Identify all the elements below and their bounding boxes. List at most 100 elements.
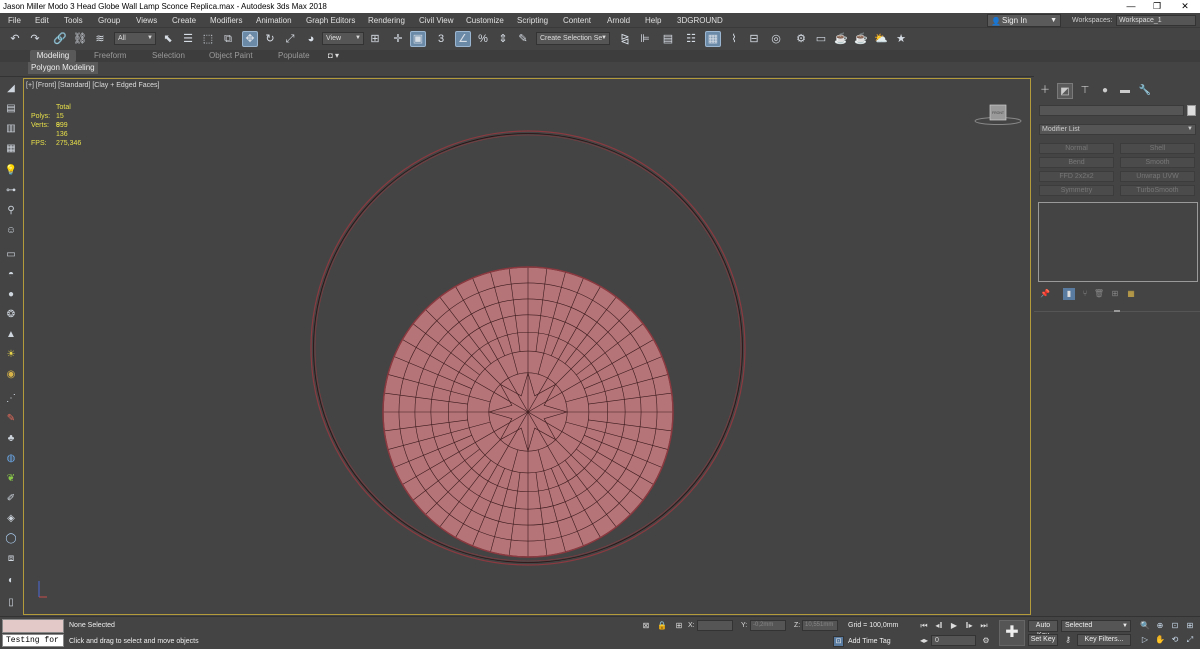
redo-icon[interactable]: ↷ [27, 31, 43, 47]
select-manipulate-icon[interactable]: ✛ [390, 31, 406, 47]
selection-filter-dropdown[interactable]: All ▼ [114, 32, 156, 45]
menu-graph-editors[interactable]: Graph Editors [306, 13, 355, 28]
ribbon-options-icon[interactable]: ◘ ▾ [328, 50, 339, 62]
modifier-turbosmooth-button[interactable]: TurboSmooth [1120, 185, 1195, 196]
key-filters-button[interactable]: Key Filters... [1077, 634, 1131, 646]
add-time-tag[interactable]: Add Time Tag [848, 638, 891, 645]
tab-populate[interactable]: Populate [278, 50, 310, 62]
select-and-rotate-icon[interactable]: ↻ [262, 31, 278, 47]
render-iterative-icon[interactable]: ☕ [853, 31, 869, 47]
bind-space-warp-icon[interactable]: ≋ [92, 31, 108, 47]
curve-editor-icon[interactable]: ⌇ [726, 31, 742, 47]
sphere-icon[interactable]: ● [3, 287, 19, 302]
modifier-shell-button[interactable]: Shell [1120, 143, 1195, 154]
brush-icon[interactable]: ✐ [3, 491, 19, 506]
modifier-smooth-button[interactable]: Smooth [1120, 157, 1195, 168]
reference-coordinate-dropdown[interactable]: View ▼ [322, 32, 364, 45]
play-icon[interactable]: ▶ [948, 620, 960, 632]
front-viewport[interactable]: [+] [Front] [Standard] [Clay + Edged Fac… [23, 78, 1031, 615]
angle-snap-icon[interactable]: ∠ [455, 31, 471, 47]
menu-rendering[interactable]: Rendering [368, 13, 405, 28]
orbit-icon[interactable]: ⟲ [1169, 634, 1181, 646]
modify-tab-icon[interactable]: ◩ [1057, 83, 1073, 99]
render-production-icon[interactable]: ☕ [833, 31, 849, 47]
absolute-mode-icon[interactable]: ⊞ [673, 620, 685, 632]
sign-in-button[interactable]: 👤 Sign In ▼ [987, 14, 1061, 27]
display-tab-icon[interactable]: ▬ [1117, 83, 1133, 99]
previous-frame-icon[interactable]: ◂‖ [933, 620, 945, 632]
menu-3dground[interactable]: 3DGROUND [677, 13, 723, 28]
remove-modifier-icon[interactable]: 🗑 [1093, 288, 1105, 300]
sun-icon[interactable]: ☀ [3, 347, 19, 362]
tab-freeform[interactable]: Freeform [94, 50, 126, 62]
favorite-icon[interactable]: ★ [893, 31, 909, 47]
time-config-icon[interactable]: ⚙ [980, 635, 992, 647]
x-coordinate-field[interactable] [697, 620, 733, 631]
isolate-selection-icon[interactable]: ⊠ [640, 620, 652, 632]
set-key-button[interactable]: Set Key [1028, 634, 1058, 646]
select-and-scale-icon[interactable]: ⤢ [282, 31, 298, 47]
key-mode-icon[interactable]: ◂▸ [918, 635, 930, 647]
z-coordinate-field[interactable]: 10,551mm [802, 620, 838, 631]
zoom-extents-all-icon[interactable]: ⊞ [1184, 620, 1196, 632]
pan-icon[interactable]: ✋ [1154, 634, 1166, 646]
layer-explorer-icon[interactable]: ☷ [683, 31, 699, 47]
layout-tab-icon[interactable]: ▥ [3, 121, 19, 136]
modifier-ffd-button[interactable]: FFD 2x2x2 [1039, 171, 1114, 182]
layout-tab-icon[interactable]: ▤ [3, 101, 19, 116]
go-to-end-icon[interactable]: ⏭ [978, 620, 990, 632]
modifier-bend-button[interactable]: Bend [1039, 157, 1114, 168]
tree-icon[interactable]: ♣ [3, 431, 19, 446]
omni-light-icon[interactable]: ◉ [3, 367, 19, 382]
viewcube[interactable]: FRONT [974, 103, 1022, 127]
box-icon[interactable]: ▭ [3, 247, 19, 262]
modifier-list-dropdown[interactable]: Modifier List ▼ [1039, 124, 1196, 135]
workspace-dropdown[interactable]: Workspace_1 [1116, 15, 1196, 26]
light-icon[interactable]: 💡 [3, 163, 19, 178]
scene-explorer-icon[interactable]: ▤ [660, 31, 676, 47]
current-frame-field[interactable]: 0 [931, 635, 976, 646]
go-to-start-icon[interactable]: ⏮ [918, 620, 930, 632]
menu-group[interactable]: Group [98, 13, 120, 28]
grid-plane-icon[interactable]: ⋰ [3, 391, 19, 406]
time-tag-icon[interactable]: ⊡ [833, 636, 844, 647]
spinner-snap-icon[interactable]: ⇕ [495, 31, 511, 47]
align-icon[interactable]: ⊫ [637, 31, 653, 47]
link-icon[interactable]: 🔗 [52, 31, 68, 47]
menu-create[interactable]: Create [172, 13, 196, 28]
pivot-center-icon[interactable]: ⊞ [367, 31, 383, 47]
viewport-config-icon[interactable]: ▯ [3, 595, 19, 610]
display-icon[interactable]: ◐ [3, 573, 19, 588]
lamp-model-view[interactable] [24, 79, 1030, 614]
menu-tools[interactable]: Tools [64, 13, 83, 28]
menu-help[interactable]: Help [645, 13, 661, 28]
zoom-icon[interactable]: 🔍 [1139, 620, 1151, 632]
viewport-label[interactable]: [+] [Front] [Standard] [Clay + Edged Fac… [26, 82, 159, 89]
restore-button[interactable]: ❐ [1144, 0, 1170, 13]
pin-stack-icon[interactable]: 📌 [1039, 288, 1051, 300]
maximize-viewport-icon[interactable]: ⤢ [1184, 634, 1196, 646]
grid-layout-icon[interactable]: ▦ [3, 141, 19, 156]
tab-object-paint[interactable]: Object Paint [209, 50, 253, 62]
y-coordinate-field[interactable]: -0,2mm [750, 620, 786, 631]
select-and-move-icon[interactable]: ✥ [242, 31, 258, 47]
unlink-icon[interactable]: ⛓ [72, 31, 88, 47]
menu-customize[interactable]: Customize [466, 13, 504, 28]
environment-icon[interactable]: ◯ [3, 531, 19, 546]
material-editor-icon[interactable]: ◎ [768, 31, 784, 47]
object-color-swatch[interactable] [1187, 105, 1196, 116]
modifier-symmetry-button[interactable]: Symmetry [1039, 185, 1114, 196]
cone-icon[interactable]: ▲ [3, 327, 19, 342]
window-crossing-icon[interactable]: ⧉ [220, 31, 236, 47]
menu-scripting[interactable]: Scripting [517, 13, 548, 28]
show-end-result-icon[interactable]: ▮ [1063, 288, 1075, 300]
next-frame-icon[interactable]: ‖▸ [963, 620, 975, 632]
select-object-icon[interactable]: ⬉ [160, 31, 176, 47]
globe-icon[interactable]: ◍ [3, 451, 19, 466]
materials-icon[interactable]: ◈ [3, 511, 19, 526]
undo-icon[interactable]: ↶ [7, 31, 23, 47]
modifier-sets-icon[interactable]: ▦ [1125, 288, 1137, 300]
modifier-normal-button[interactable]: Normal [1039, 143, 1114, 154]
polygon-modeling-panel[interactable]: Polygon Modeling [28, 62, 98, 74]
key-filter-icon[interactable]: ⚷ [1062, 634, 1074, 646]
